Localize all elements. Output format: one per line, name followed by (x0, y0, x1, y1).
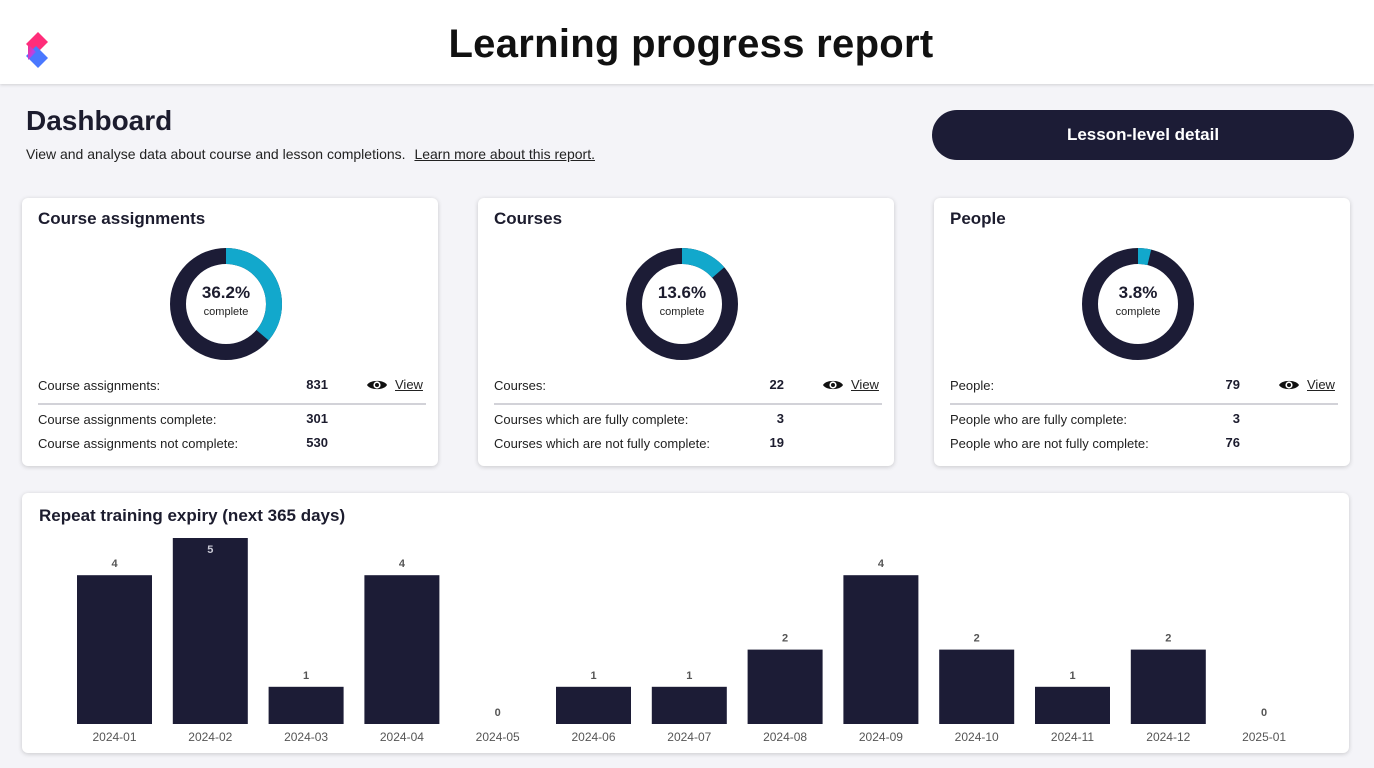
total-label: People: (950, 378, 995, 393)
lesson-level-detail-button[interactable]: Lesson-level detail (932, 110, 1354, 160)
view-link[interactable]: View (822, 377, 879, 392)
data-label-2024-12: 2 (1165, 633, 1171, 645)
divider (950, 403, 1338, 405)
view-label: View (851, 377, 879, 392)
data-label-2024-02: 5 (207, 544, 213, 556)
tick-label-2025-01: 2025-01 (1242, 730, 1286, 744)
complete-row-value: 3 (776, 411, 784, 426)
incomplete-row-label: Courses which are not fully complete: (494, 436, 711, 451)
view-link[interactable]: View (1278, 377, 1335, 392)
bar-2024-11[interactable] (1035, 686, 1110, 724)
bar-2024-06[interactable] (556, 686, 631, 724)
incomplete-row-label: People who are not fully complete: (950, 436, 1149, 451)
dashboard-subtitle: View and analyse data about course and l… (26, 146, 595, 162)
bar-2024-10[interactable] (939, 649, 1015, 724)
card-title: Courses (494, 209, 563, 228)
incomplete-row-value: 76 (1225, 435, 1240, 450)
data-label-2024-09: 4 (878, 558, 885, 570)
tick-label-2024-07: 2024-07 (667, 730, 711, 744)
data-label-2024-06: 1 (590, 670, 596, 682)
data-label-2024-04: 4 (399, 558, 406, 570)
incomplete-row-value: 19 (769, 435, 784, 450)
complete-row-label: People who are fully complete: (950, 412, 1128, 427)
dashboard-heading: Dashboard (26, 105, 173, 136)
tick-label-2024-03: 2024-03 (284, 730, 328, 744)
bar-2024-09[interactable] (843, 575, 919, 724)
tick-label-2024-05: 2024-05 (476, 730, 520, 744)
complete-row-label: Course assignments complete: (38, 412, 217, 427)
bar-2024-01[interactable] (77, 575, 152, 724)
data-label-2024-01: 4 (111, 558, 118, 570)
tick-label-2024-04: 2024-04 (380, 730, 424, 744)
learn-more-link[interactable]: Learn more about this report. (414, 146, 595, 162)
bar-2024-04[interactable] (364, 575, 440, 724)
card-courses: Courses 13.6% complete Courses: 22 View … (478, 198, 894, 466)
eye-icon (367, 380, 387, 389)
tick-label-2024-02: 2024-02 (188, 730, 232, 744)
bar-2024-12[interactable] (1130, 649, 1206, 724)
eye-icon (1279, 380, 1299, 389)
complete-row-value: 301 (306, 411, 328, 426)
incomplete-row-value: 530 (306, 435, 328, 450)
bar-2024-08[interactable] (747, 649, 823, 724)
card-people: People 3.8% complete People: 79 View Peo… (934, 198, 1350, 466)
completion-percent: 3.8% (1118, 283, 1158, 302)
data-label-2024-03: 1 (303, 670, 309, 682)
total-value: 831 (306, 377, 328, 392)
page-title: Learning progress report (448, 22, 934, 66)
tick-label-2024-01: 2024-01 (92, 730, 136, 744)
data-label-2024-08: 2 (782, 633, 788, 645)
repeat-training-expiry-chart: 4 2024-01 5 2024-02 1 2024-03 4 2024-04 0 2024-05… (77, 538, 1286, 744)
view-label: View (395, 377, 423, 392)
complete-row-value: 3 (1232, 411, 1240, 426)
repeat-training-expiry-card: Repeat training expiry (next 365 days) 4… (22, 493, 1349, 753)
completion-donut (1082, 248, 1194, 360)
completion-label: complete (203, 306, 249, 318)
tick-label-2024-09: 2024-09 (859, 730, 903, 744)
donut-track (1082, 248, 1194, 360)
tick-label-2024-12: 2024-12 (1146, 730, 1190, 744)
incomplete-row-label: Course assignments not complete: (38, 436, 239, 451)
bar-2024-07[interactable] (651, 686, 727, 724)
card-title: Course assignments (38, 209, 206, 228)
completion-label: complete (1115, 306, 1161, 318)
divider (38, 403, 426, 405)
eye-icon (823, 380, 843, 389)
data-label-2025-01: 0 (1261, 707, 1267, 719)
divider (494, 403, 882, 405)
completion-donut (170, 248, 282, 360)
view-label: View (1307, 377, 1335, 392)
total-label: Courses: (494, 378, 547, 393)
tick-label-2024-08: 2024-08 (763, 730, 807, 744)
completion-label: complete (659, 306, 705, 318)
total-value: 79 (1225, 377, 1240, 392)
data-label-2024-11: 1 (1069, 670, 1075, 682)
completion-percent: 36.2% (201, 283, 251, 302)
view-link[interactable]: View (366, 377, 423, 392)
data-label-2024-10: 2 (974, 633, 980, 645)
tick-label-2024-11: 2024-11 (1051, 730, 1094, 744)
dashboard-description: View and analyse data about course and l… (26, 146, 406, 162)
complete-row-label: Courses which are fully complete: (494, 412, 689, 427)
total-label: Course assignments: (38, 378, 161, 393)
data-label-2024-07: 1 (686, 670, 692, 682)
top-bar: Learning progress report (0, 0, 1374, 84)
data-label-2024-05: 0 (495, 707, 501, 719)
bar-2024-02[interactable] (172, 538, 248, 724)
completion-donut (626, 248, 738, 360)
total-value: 22 (769, 377, 784, 392)
tick-label-2024-10: 2024-10 (955, 730, 999, 744)
tick-label-2024-06: 2024-06 (571, 730, 615, 744)
card-title: People (950, 209, 1006, 228)
bar-2024-03[interactable] (268, 686, 344, 724)
card-course-assignments: Course assignments 36.2% complete Course… (22, 198, 438, 466)
completion-percent: 13.6% (657, 283, 707, 302)
